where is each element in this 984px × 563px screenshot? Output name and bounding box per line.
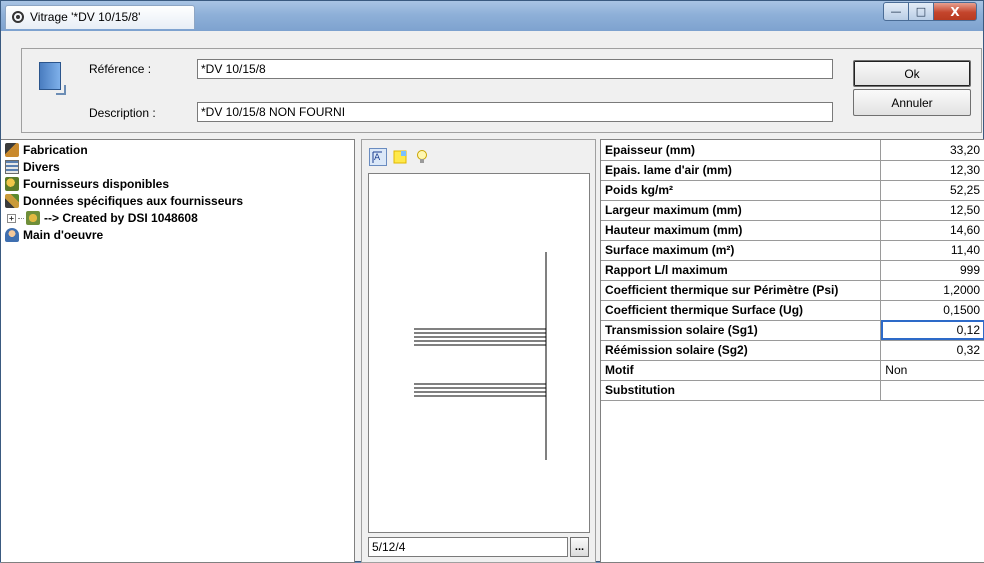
close-icon: X bbox=[950, 4, 960, 19]
property-row[interactable]: Réémission solaire (Sg2) 0,32 bbox=[601, 340, 984, 361]
property-label: Poids kg/m² bbox=[601, 180, 882, 201]
tree-item-label: Main d'oeuvre bbox=[23, 228, 104, 242]
labor-icon bbox=[5, 228, 19, 242]
glazing-section-svg bbox=[414, 252, 547, 460]
color-tool-icon bbox=[393, 150, 407, 164]
expand-icon[interactable]: + bbox=[7, 213, 16, 223]
tree-item-label: Divers bbox=[23, 160, 60, 174]
color-tool-button[interactable] bbox=[391, 148, 409, 166]
tree-connector bbox=[18, 217, 24, 219]
suppliers-icon bbox=[5, 177, 19, 191]
tree-item-supplier-data[interactable]: Données spécifiques aux fournisseurs bbox=[5, 193, 243, 209]
title-bar[interactable]: Vitrage '*DV 10/15/8' — □ X bbox=[1, 1, 983, 31]
property-label: Largeur maximum (mm) bbox=[601, 200, 882, 221]
cancel-button[interactable]: Annuler bbox=[853, 89, 971, 116]
tree-item-label: Données spécifiques aux fournisseurs bbox=[23, 194, 244, 208]
window-title: Vitrage '*DV 10/15/8' bbox=[30, 10, 141, 24]
property-label: Epaisseur (mm) bbox=[601, 140, 882, 161]
property-label: Motif bbox=[601, 360, 882, 381]
property-value[interactable]: 12,30 bbox=[880, 160, 984, 181]
tree-item-divers[interactable]: Divers bbox=[5, 159, 60, 175]
property-value[interactable]: 33,20 bbox=[880, 140, 984, 161]
property-value[interactable]: 999 bbox=[880, 260, 984, 281]
property-row[interactable]: Substitution bbox=[601, 380, 984, 401]
property-row[interactable]: Epais. lame d'air (mm) 12,30 bbox=[601, 160, 984, 181]
property-row[interactable]: Coefficient thermique Surface (Ug) 0,1500 bbox=[601, 300, 984, 321]
tree-item-label: Fournisseurs disponibles bbox=[23, 177, 170, 191]
text-label-tool-button[interactable]: A bbox=[369, 148, 387, 166]
property-label: Coefficient thermique Surface (Ug) bbox=[601, 300, 882, 321]
property-label: Rapport L/l maximum bbox=[601, 260, 882, 281]
supplier-data-icon bbox=[5, 194, 19, 208]
property-value[interactable] bbox=[880, 380, 984, 401]
property-label: Réémission solaire (Sg2) bbox=[601, 340, 882, 361]
reference-label: Référence : bbox=[89, 62, 152, 76]
tree-item-created-by[interactable]: + --> Created by DSI 1048608 bbox=[7, 210, 198, 226]
title-tab: Vitrage '*DV 10/15/8' bbox=[5, 5, 195, 29]
property-grid: Epaisseur (mm) 33,20 Epais. lame d'air (mm… bbox=[600, 139, 984, 563]
close-button[interactable]: X bbox=[933, 2, 977, 21]
dialog-window: Vitrage '*DV 10/15/8' — □ X Référence : … bbox=[0, 0, 984, 563]
app-icon bbox=[12, 11, 24, 23]
property-row[interactable]: Hauteur maximum (mm) 14,60 bbox=[601, 220, 984, 241]
light-bulb-icon bbox=[417, 150, 427, 163]
text-label-tool-icon: A bbox=[372, 151, 382, 163]
property-label: Hauteur maximum (mm) bbox=[601, 220, 882, 241]
property-label: Epais. lame d'air (mm) bbox=[601, 160, 882, 181]
composition-browse-button[interactable]: ... bbox=[570, 537, 589, 557]
category-tree[interactable]: Fabrication Divers Fournisseurs disponib… bbox=[1, 139, 355, 563]
property-row[interactable]: Surface maximum (m²) 11,40 bbox=[601, 240, 984, 261]
property-row[interactable]: Largeur maximum (mm) 12,50 bbox=[601, 200, 984, 221]
ok-button[interactable]: Ok bbox=[853, 60, 971, 87]
property-label: Substitution bbox=[601, 380, 882, 401]
svg-text:A: A bbox=[374, 153, 381, 163]
description-label: Description : bbox=[89, 106, 156, 120]
property-row[interactable]: Poids kg/m² 52,25 bbox=[601, 180, 984, 201]
property-label: Coefficient thermique sur Périmètre (Psi… bbox=[601, 280, 882, 301]
property-value[interactable]: 0,12 bbox=[880, 320, 984, 341]
divers-icon bbox=[5, 160, 19, 174]
property-label: Transmission solaire (Sg1) bbox=[601, 320, 882, 341]
composition-field[interactable]: 5/12/4 bbox=[368, 537, 568, 557]
minimize-button[interactable]: — bbox=[883, 2, 909, 21]
light-bulb-button[interactable] bbox=[413, 148, 431, 166]
property-value[interactable]: 0,1500 bbox=[880, 300, 984, 321]
tree-item-label: --> Created by DSI 1048608 bbox=[44, 211, 198, 225]
tree-item-label: Fabrication bbox=[23, 143, 88, 157]
property-value[interactable]: 12,50 bbox=[880, 200, 984, 221]
glazing-document-icon bbox=[39, 62, 66, 95]
tree-item-fabrication[interactable]: Fabrication bbox=[5, 142, 88, 158]
maximize-button[interactable]: □ bbox=[908, 2, 934, 21]
property-row[interactable]: Rapport L/l maximum 999 bbox=[601, 260, 984, 281]
property-value[interactable]: 52,25 bbox=[880, 180, 984, 201]
property-row[interactable]: Motif Non bbox=[601, 360, 984, 381]
property-value[interactable]: 0,32 bbox=[880, 340, 984, 361]
property-value[interactable]: 1,2000 bbox=[880, 280, 984, 301]
glazing-section-drawing bbox=[368, 173, 590, 533]
tree-item-labor[interactable]: Main d'oeuvre bbox=[5, 227, 103, 243]
property-row[interactable]: Coefficient thermique sur Périmètre (Psi… bbox=[601, 280, 984, 301]
property-label: Surface maximum (m²) bbox=[601, 240, 882, 261]
property-value[interactable]: 11,40 bbox=[880, 240, 984, 261]
window-controls: — □ X bbox=[883, 2, 977, 22]
property-row[interactable]: Epaisseur (mm) 33,20 bbox=[601, 140, 984, 161]
tree-item-suppliers[interactable]: Fournisseurs disponibles bbox=[5, 176, 169, 192]
property-value[interactable]: Non bbox=[880, 360, 984, 381]
fabrication-icon bbox=[5, 143, 19, 157]
maximize-icon: □ bbox=[915, 5, 927, 18]
property-row[interactable]: Transmission solaire (Sg1) 0,12 bbox=[601, 320, 984, 341]
description-field[interactable]: *DV 10/15/8 NON FOURNI bbox=[197, 102, 833, 122]
property-value[interactable]: 14,60 bbox=[880, 220, 984, 241]
property-table: Epaisseur (mm) 33,20 Epais. lame d'air (mm… bbox=[601, 140, 984, 401]
reference-field[interactable]: *DV 10/15/8 bbox=[197, 59, 833, 79]
minimize-icon: — bbox=[890, 5, 902, 18]
created-by-icon bbox=[26, 211, 40, 225]
